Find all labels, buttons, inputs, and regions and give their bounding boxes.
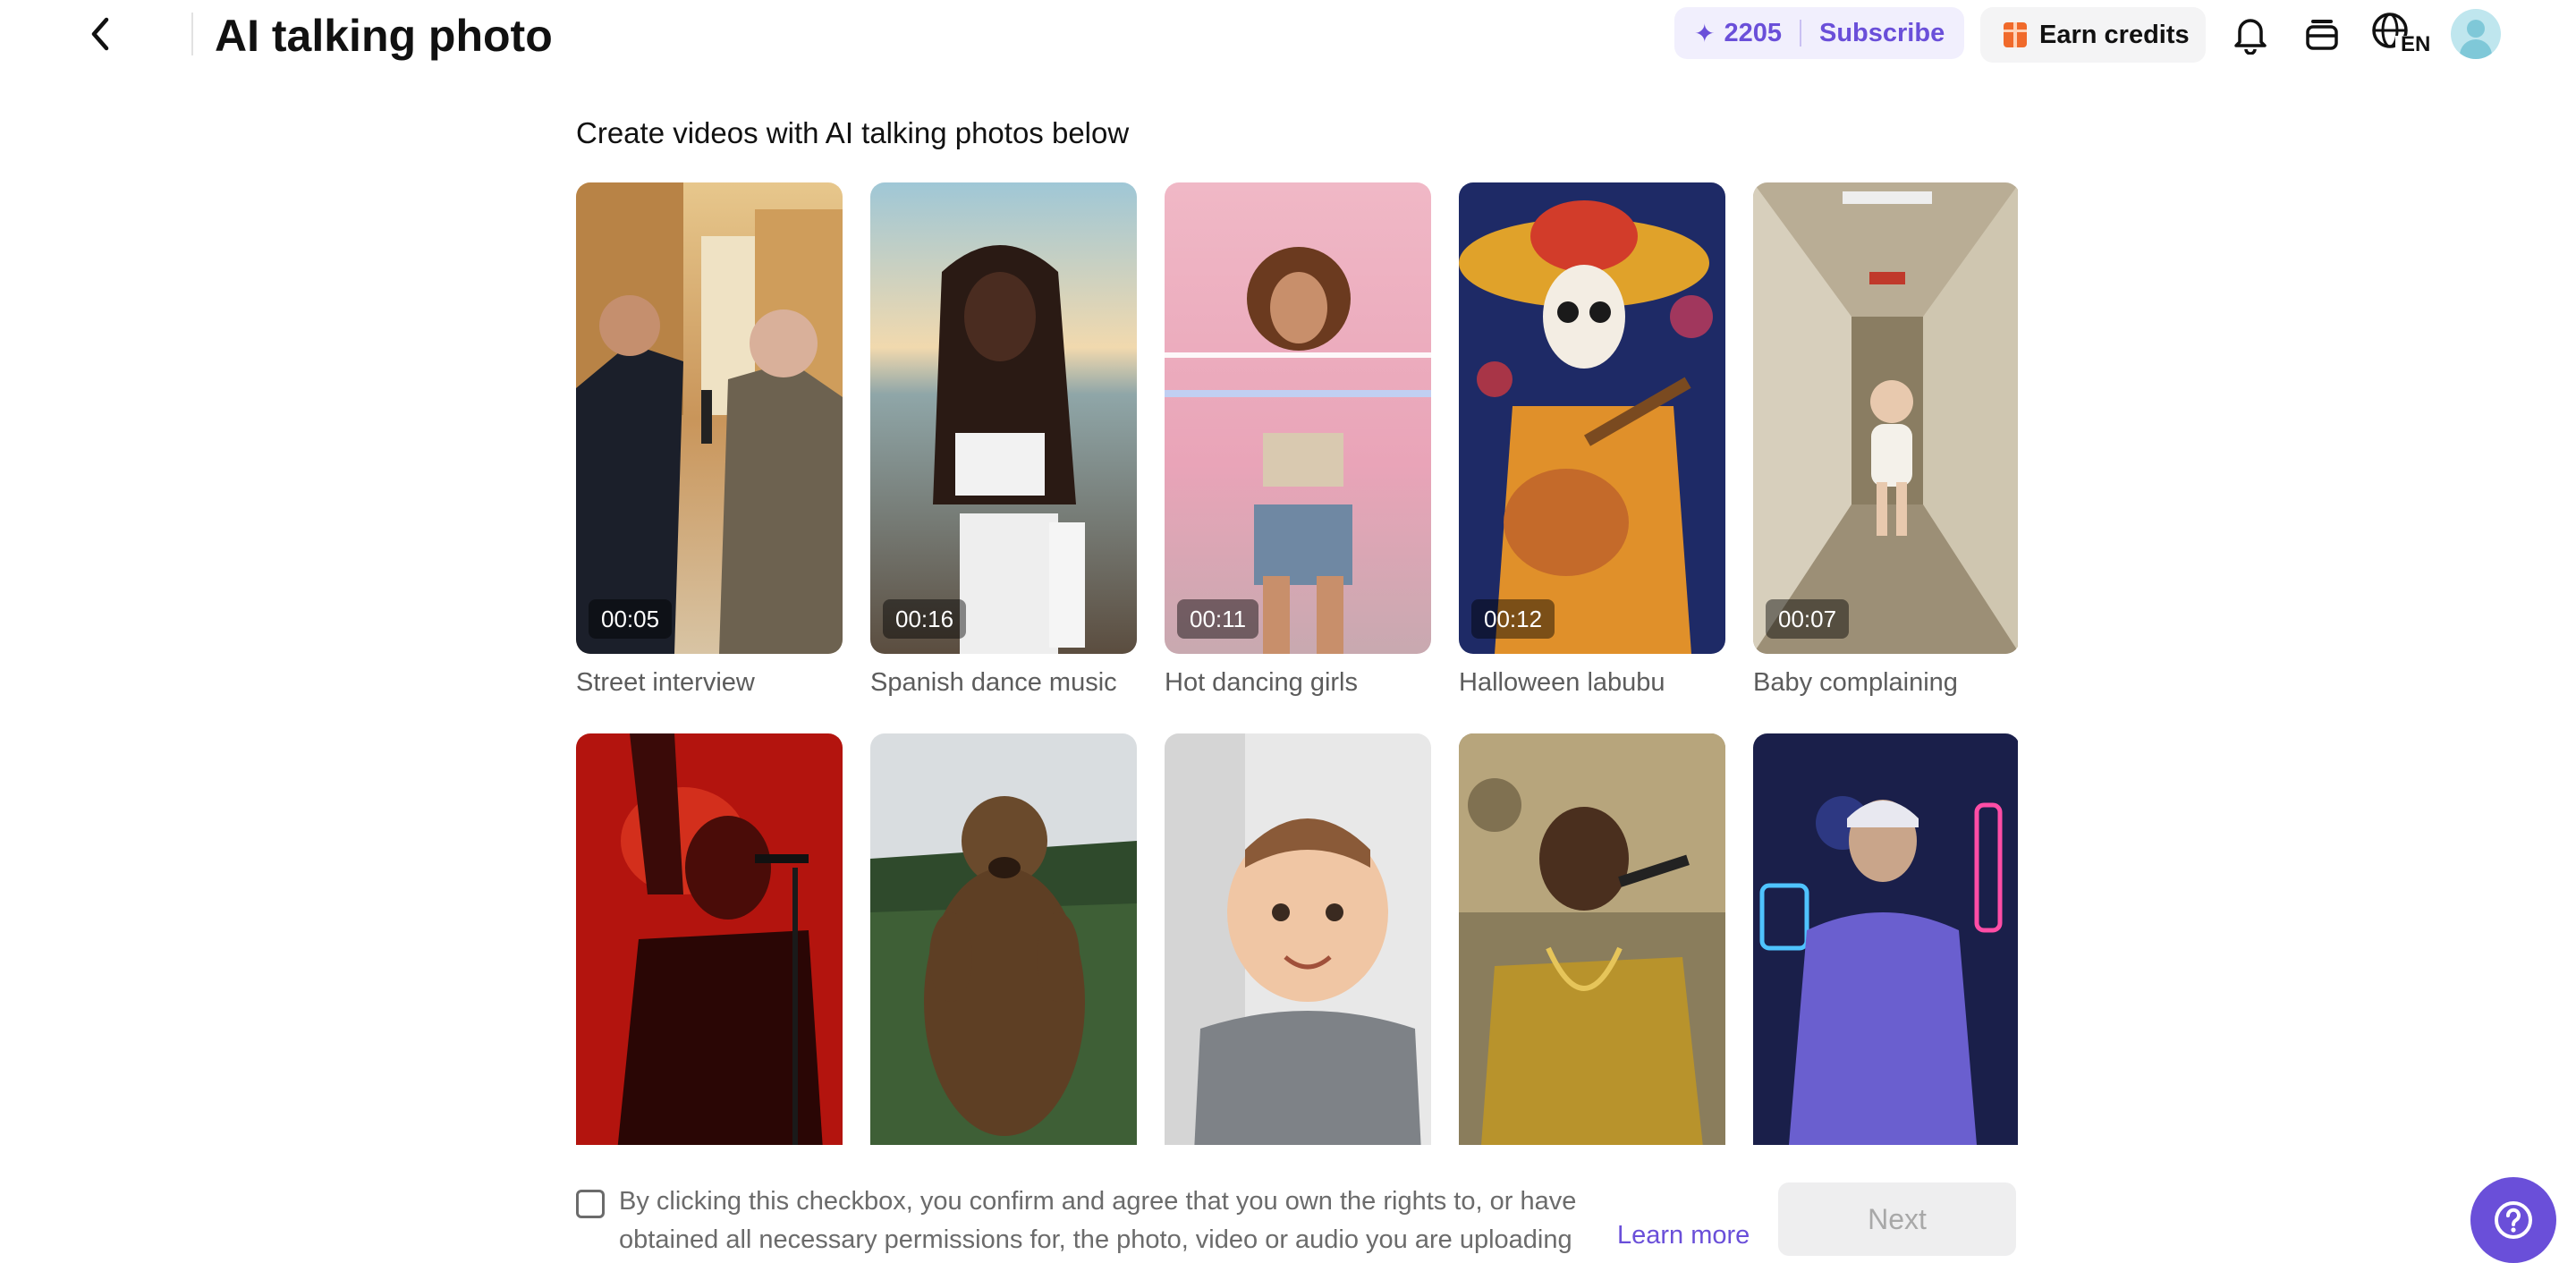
- template-thumbnail: 00:11: [1165, 182, 1431, 654]
- back-button[interactable]: [80, 13, 120, 55]
- template-label: Halloween labubu: [1459, 668, 1665, 697]
- duration-badge: 00:07: [1766, 599, 1850, 639]
- projects-button[interactable]: [2299, 11, 2345, 57]
- duration-badge: 00:16: [883, 599, 967, 639]
- language-button[interactable]: EN: [2370, 11, 2431, 57]
- template-thumbnail: [1753, 733, 2018, 1145]
- page-title: AI talking photo: [215, 11, 553, 61]
- template-card[interactable]: 00:07 Baby complaining: [1753, 182, 2018, 698]
- template-card[interactable]: [1753, 733, 2018, 1145]
- template-card[interactable]: 00:16 Spanish dance music: [870, 182, 1137, 698]
- credits-count: 2205: [1724, 18, 1782, 47]
- next-button[interactable]: Next: [1778, 1182, 2016, 1256]
- section-subtitle: Create videos with AI talking photos bel…: [576, 116, 1130, 149]
- stack-icon: [2306, 20, 2338, 50]
- title-divider: [191, 13, 193, 55]
- template-card[interactable]: [1165, 733, 1431, 1145]
- consent-footer: By clicking this checkbox, you confirm a…: [0, 1145, 2576, 1256]
- template-label: Spanish dance music: [870, 668, 1117, 697]
- sparkle-icon: ✦: [1694, 19, 1716, 47]
- top-bar: AI talking photo ✦ 2205 Subscribe Earn c…: [0, 0, 2576, 72]
- template-label: Baby complaining: [1753, 668, 1958, 697]
- template-card[interactable]: 00:05 Street interview: [576, 182, 843, 698]
- template-label: Street interview: [576, 668, 755, 697]
- language-code: EN: [2401, 32, 2431, 56]
- subscribe-link[interactable]: Subscribe: [1819, 19, 1945, 48]
- duration-badge: 00:05: [589, 599, 673, 639]
- template-label: Hot dancing girls: [1165, 668, 1358, 697]
- template-card[interactable]: [1459, 733, 1725, 1145]
- notifications-button[interactable]: [2227, 11, 2274, 57]
- template-thumbnail: [1459, 733, 1725, 1145]
- template-thumbnail: [870, 733, 1137, 1145]
- consent-checkbox[interactable]: [576, 1190, 605, 1218]
- template-card[interactable]: 00:12 Halloween labubu: [1459, 182, 1725, 698]
- earn-credits-label: Earn credits: [2039, 20, 2190, 49]
- consent-text: By clicking this checkbox, you confirm a…: [619, 1187, 1577, 1254]
- template-grid: 00:05 Street interview 00:16 Spanish dan…: [576, 182, 2018, 1145]
- template-card[interactable]: 00:11 Hot dancing girls: [1165, 182, 1431, 698]
- earn-credits-button[interactable]: Earn credits: [1980, 7, 2206, 63]
- duration-badge: 00:12: [1471, 599, 1555, 639]
- template-thumbnail: 00:12: [1459, 182, 1725, 654]
- template-thumbnail: 00:16: [870, 182, 1137, 654]
- template-thumbnail: [1165, 733, 1431, 1145]
- credits-divider: [1799, 20, 1801, 47]
- template-card[interactable]: [576, 733, 843, 1145]
- template-thumbnail: 00:05: [576, 182, 843, 654]
- duration-badge: 00:11: [1177, 599, 1259, 639]
- template-thumbnail: 00:07: [1753, 182, 2018, 654]
- back-arrow-icon: [91, 17, 109, 51]
- bell-icon: [2234, 19, 2267, 55]
- help-button[interactable]: [2470, 1177, 2556, 1263]
- avatar[interactable]: [2451, 9, 2501, 59]
- template-card[interactable]: [870, 733, 1137, 1145]
- credits-pill[interactable]: ✦ 2205 Subscribe: [1674, 7, 1964, 59]
- gift-icon: [2004, 22, 2027, 47]
- learn-more-link[interactable]: Learn more: [1601, 1221, 1750, 1250]
- help-icon: [2495, 1201, 2532, 1239]
- template-thumbnail: [576, 733, 843, 1145]
